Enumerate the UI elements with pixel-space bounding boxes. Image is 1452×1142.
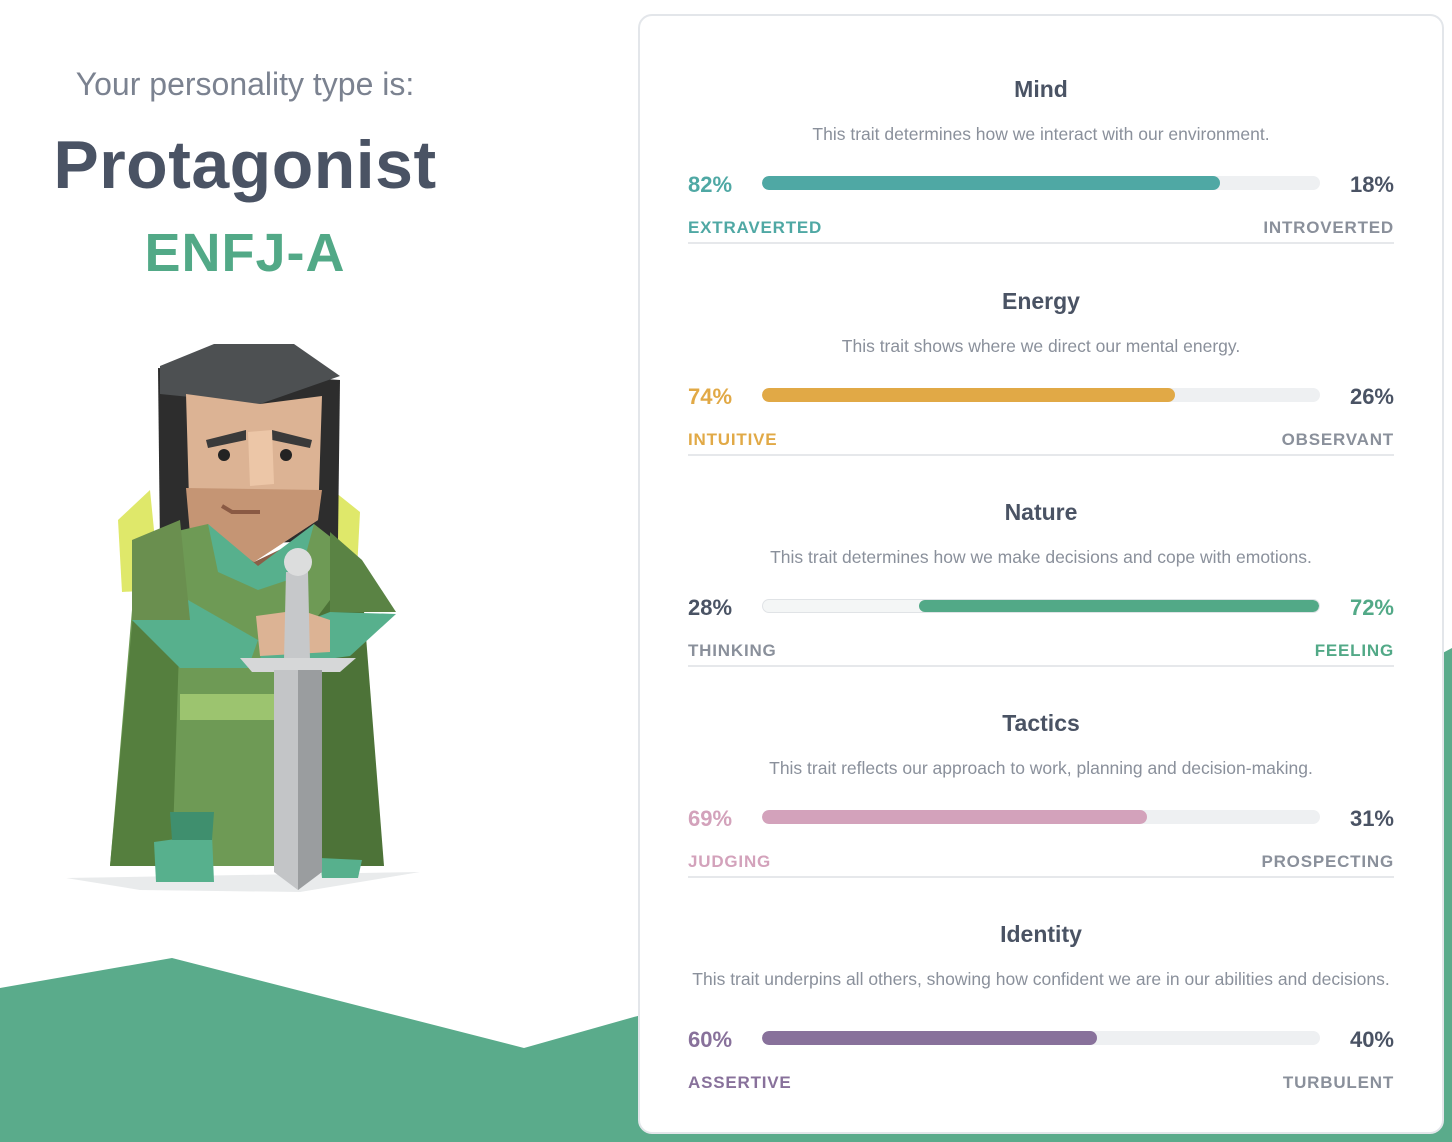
trait-identity: Identity This trait underpins all others… — [688, 877, 1394, 1127]
right-pole-label: TURBULENT — [1282, 1073, 1394, 1092]
right-pole-label: PROSPECTING — [1261, 852, 1394, 871]
right-percent: 18% — [1349, 172, 1394, 197]
right-percent: 40% — [1349, 1027, 1394, 1052]
trait-description: This trait underpins all others, showing… — [692, 969, 1390, 989]
trait-energy: Energy This trait shows where we direct … — [688, 244, 1394, 456]
right-pole-label: INTROVERTED — [1263, 218, 1394, 237]
protagonist-character-illustration — [66, 344, 420, 892]
trait-bar-fill — [762, 810, 1148, 824]
right-percent: 26% — [1349, 384, 1394, 409]
left-percent: 60% — [688, 1027, 733, 1052]
trait-title: Tactics — [1002, 710, 1080, 736]
left-pole-label: THINKING — [688, 641, 777, 660]
trait-mind: Mind This trait determines how we intera… — [688, 32, 1394, 244]
right-percent: 31% — [1349, 806, 1394, 831]
trait-description: This trait shows where we direct our men… — [841, 336, 1241, 356]
trait-bar-fill — [762, 388, 1175, 402]
left-pole-label: ASSERTIVE — [688, 1073, 792, 1092]
traits-card: Mind This trait determines how we intera… — [638, 14, 1444, 1134]
left-pole-label: EXTRAVERTED — [688, 218, 823, 237]
trait-description: This trait reflects our approach to work… — [769, 758, 1313, 778]
trait-bar — [762, 388, 1320, 402]
right-percent: 72% — [1349, 595, 1394, 620]
left-percent: 28% — [688, 595, 733, 620]
trait-description: This trait determines how we interact wi… — [812, 124, 1270, 144]
left-pole-label: JUDGING — [688, 852, 772, 871]
intro-text: Your personality type is: — [75, 66, 415, 102]
trait-bar — [762, 810, 1320, 824]
trait-title: Nature — [1004, 499, 1078, 525]
trait-title: Identity — [1000, 921, 1082, 947]
trait-bar — [762, 1031, 1320, 1045]
left-percent: 74% — [688, 384, 733, 409]
left-pole-label: INTUITIVE — [688, 430, 778, 449]
right-pole-label: FEELING — [1314, 641, 1394, 660]
trait-nature: Nature This trait determines how we make… — [688, 455, 1394, 667]
left-percent: 82% — [688, 172, 733, 197]
trait-title: Energy — [1002, 288, 1080, 314]
trait-bar-fill — [762, 1031, 1097, 1045]
trait-bar-fill — [762, 176, 1220, 190]
trait-bar — [762, 176, 1320, 190]
personality-type-name: Protagonist — [53, 127, 437, 203]
trait-bar — [762, 599, 1320, 613]
left-percent: 69% — [688, 806, 733, 831]
right-pole-label: OBSERVANT — [1281, 430, 1394, 449]
trait-description: This trait determines how we make decisi… — [770, 547, 1312, 567]
trait-bar-fill — [918, 600, 1319, 612]
personality-type-code: ENFJ-A — [144, 223, 346, 283]
trait-title: Mind — [1014, 76, 1068, 102]
trait-tactics: Tactics This trait reflects our approach… — [688, 666, 1394, 878]
result-header: Your personality type is: Protagonist EN… — [0, 0, 490, 300]
